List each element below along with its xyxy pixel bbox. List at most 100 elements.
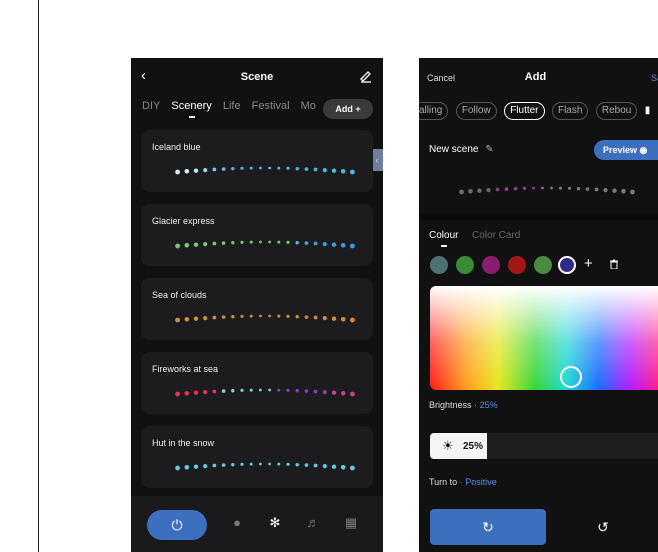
strip-dot	[184, 465, 190, 470]
direction-counterclockwise-button[interactable]: ↺	[588, 509, 618, 545]
strip-dot	[175, 317, 180, 323]
strip-dot	[477, 188, 482, 193]
scene-title: Scene	[240, 71, 274, 83]
trash-icon[interactable]	[609, 259, 619, 269]
grid-icon[interactable]: ▦	[341, 513, 361, 533]
tab-color-card[interactable]: Color Card	[472, 230, 520, 241]
tab-more[interactable]: Mo	[301, 100, 316, 112]
strip-dot	[203, 168, 208, 173]
strip-dot	[350, 465, 355, 471]
strip-dot	[340, 169, 346, 174]
strip-dot	[240, 314, 244, 318]
mode-chip-flutter[interactable]: Flutter	[504, 102, 545, 120]
strip-dot	[322, 464, 327, 469]
palette-icon[interactable]: ✻	[265, 513, 285, 533]
strip-dot	[231, 389, 235, 393]
turn-to-label: Turn to	[429, 477, 458, 487]
strip-dot	[350, 243, 355, 249]
strip-dot	[259, 462, 262, 466]
brightness-value: 25%	[479, 400, 498, 410]
more-modes-icon[interactable]: ▮	[645, 105, 651, 116]
strip-dot	[240, 462, 244, 466]
strip-dot	[203, 464, 208, 469]
strip-dot	[221, 241, 226, 245]
tab-colour[interactable]: Colour	[429, 230, 458, 247]
strip-dot	[277, 166, 281, 170]
add-color-icon[interactable]: +	[584, 255, 593, 272]
scene-card[interactable]: Glacier express	[141, 204, 373, 266]
eye-icon: ◉	[639, 145, 648, 155]
strip-dot	[286, 388, 290, 392]
strip-dot	[304, 241, 309, 245]
tab-life[interactable]: Life	[223, 100, 241, 112]
strip-dot	[231, 241, 235, 245]
brightness-label-row: Brightness · 25%	[429, 400, 498, 410]
tab-scenery[interactable]: Scenery	[171, 100, 211, 112]
strip-dot	[286, 314, 290, 318]
add-header: Add	[419, 58, 658, 94]
edit-icon[interactable]	[359, 69, 373, 83]
color-picker-knob[interactable]	[560, 366, 582, 388]
add-scene-button[interactable]: Add +	[323, 99, 373, 119]
strip-dot	[212, 463, 217, 468]
strip-dot	[541, 186, 544, 190]
color-swatch[interactable]	[456, 256, 474, 274]
scene-name: Sea of clouds	[152, 290, 207, 300]
color-swatch[interactable]	[508, 256, 526, 274]
scene-card[interactable]: Fireworks at sea	[141, 352, 373, 414]
strip-dot	[212, 241, 217, 246]
tab-diy[interactable]: DIY	[142, 100, 160, 112]
strip-dot	[212, 389, 217, 394]
strip-dot	[313, 315, 318, 320]
scene-card[interactable]: Hut in the snow	[141, 426, 373, 488]
bulb-icon[interactable]: ●	[227, 513, 247, 533]
strip-dot	[259, 240, 262, 244]
strip-dot	[240, 388, 244, 392]
color-swatch[interactable]	[534, 256, 552, 274]
strip-dot	[231, 315, 235, 319]
strip-dot	[295, 315, 299, 319]
new-scene-row[interactable]: New scene ✎	[429, 144, 494, 155]
strip-dot	[340, 243, 346, 248]
color-swatch-selected[interactable]	[558, 256, 576, 274]
scene-color-strip	[175, 388, 355, 397]
brightness-slider[interactable]: ☀ 25%	[430, 433, 658, 459]
scene-card[interactable]: Sea of clouds	[141, 278, 373, 340]
color-swatch[interactable]	[482, 256, 500, 274]
mode-chip-falling[interactable]: alling	[419, 102, 449, 120]
power-icon[interactable]: ⏻	[147, 510, 207, 540]
strip-dot	[249, 166, 253, 170]
edit-name-icon[interactable]: ✎	[485, 144, 493, 155]
turn-to-row: Turn to · Positive	[429, 477, 497, 487]
strip-dot	[221, 389, 226, 393]
strip-dot	[486, 188, 491, 193]
strip-dot	[304, 167, 309, 171]
direction-clockwise-button[interactable]: ↻	[430, 509, 546, 545]
add-title: Add	[524, 71, 547, 83]
color-picker-canvas[interactable]	[430, 286, 658, 390]
scene-color-strip	[175, 462, 355, 471]
add-screen: Cancel Add Sa alling Follow Flutter Flas…	[419, 58, 658, 552]
new-scene-label: New scene	[429, 144, 479, 155]
preview-button[interactable]: Preview ◉	[594, 140, 658, 160]
preview-color-strip	[459, 186, 635, 195]
strip-dot	[259, 388, 262, 392]
tab-festival[interactable]: Festival	[252, 100, 290, 112]
scene-card[interactable]: Iceland blue	[141, 130, 373, 192]
strip-dot	[203, 316, 208, 321]
strip-dot	[268, 166, 271, 170]
strip-dot	[313, 167, 318, 172]
bottom-nav: ⏻ ● ✻ ♬ ▦	[131, 496, 383, 552]
mode-chip-follow[interactable]: Follow	[455, 102, 497, 120]
mode-chip-flash[interactable]: Flash	[551, 102, 589, 120]
brightness-label: Brightness	[429, 400, 472, 410]
color-swatch[interactable]	[430, 256, 448, 274]
strip-dot	[286, 462, 290, 466]
music-icon[interactable]: ♬	[303, 513, 323, 533]
strip-dot	[322, 242, 327, 247]
scene-name: Iceland blue	[152, 142, 201, 152]
mode-chip-rebound[interactable]: Rebou	[595, 102, 638, 120]
strip-dot	[340, 465, 346, 470]
save-button[interactable]: Sa	[651, 73, 658, 83]
strip-dot	[277, 388, 281, 392]
